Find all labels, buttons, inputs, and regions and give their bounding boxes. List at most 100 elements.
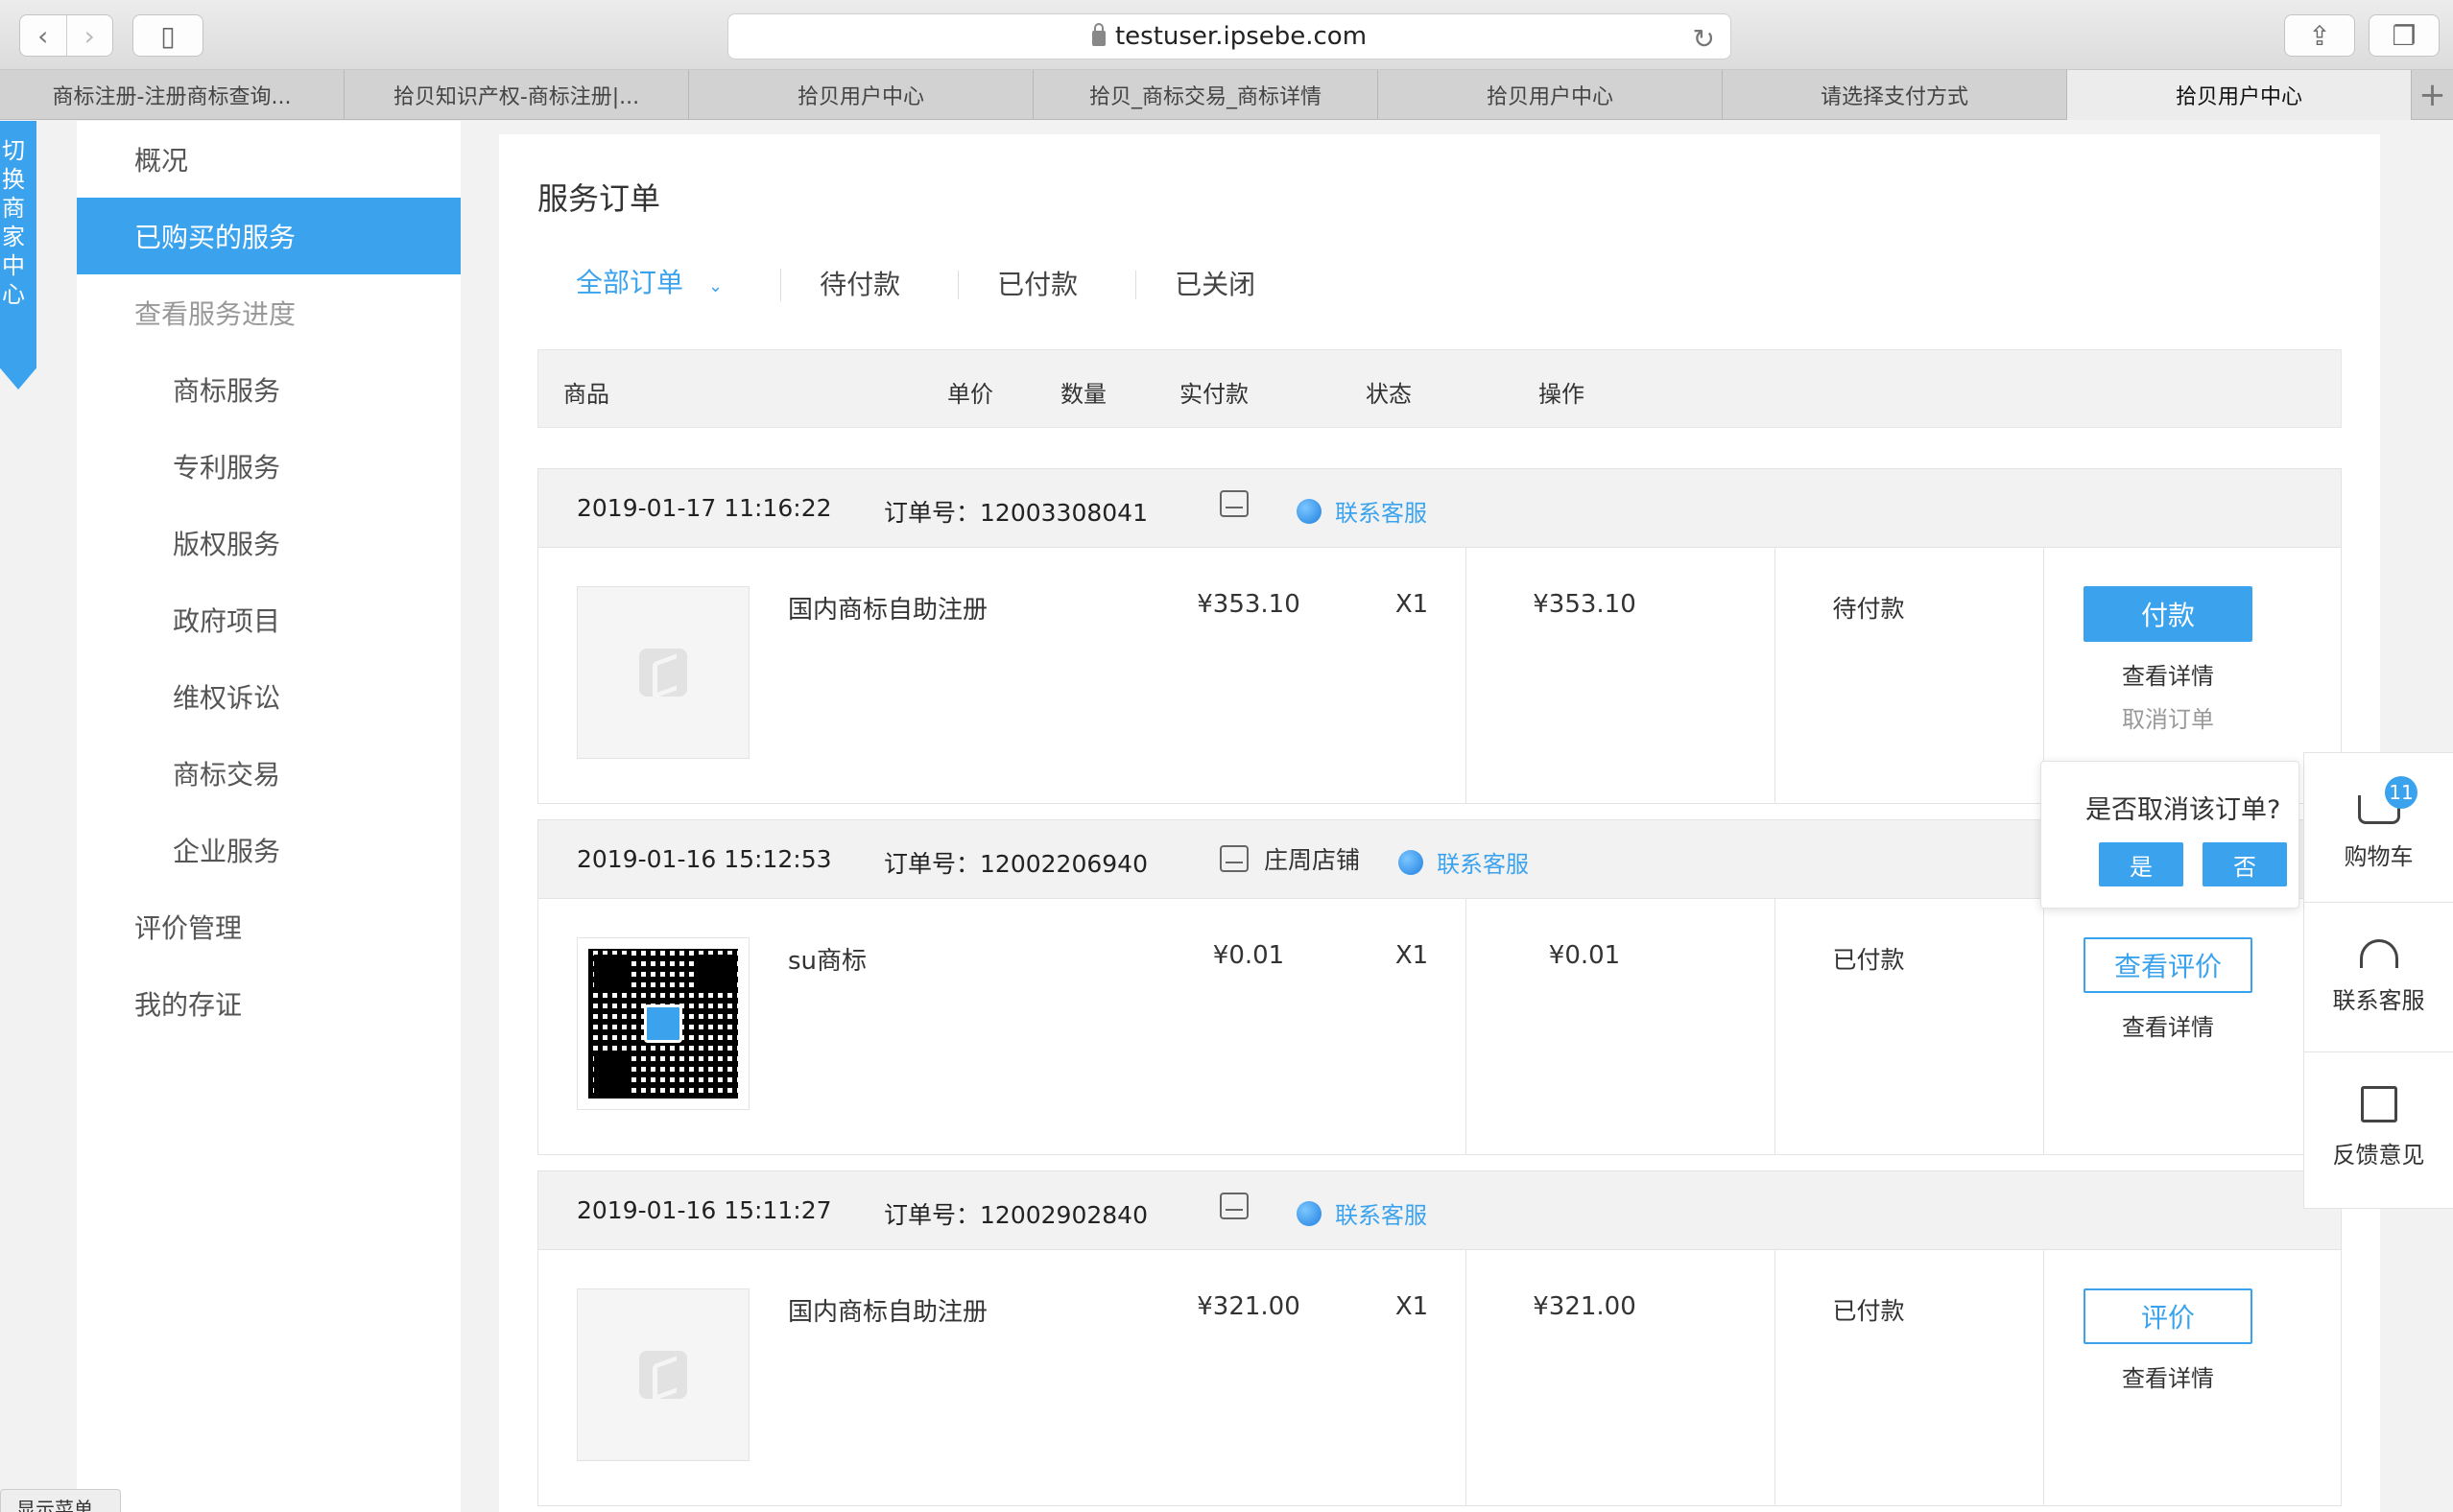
browser-tab-active[interactable]: 拾贝用户中心 — [2067, 70, 2412, 120]
feedback-button[interactable]: 反馈意见 — [2304, 1052, 2453, 1202]
unit-price: ¥353.10 — [1197, 590, 1300, 619]
quantity: X1 — [1394, 941, 1429, 970]
browser-tab[interactable]: 拾贝_商标交易_商标详情 — [1034, 70, 1378, 120]
column-divider — [1465, 548, 1466, 803]
share-button[interactable]: ⇪ — [2284, 14, 2355, 57]
page-content: 切换商家中心 概况 已购买的服务 查看服务进度 商标服务 专利服务 版权服务 政… — [0, 121, 2453, 1512]
confirm-question: 是否取消该订单? — [2085, 795, 2281, 825]
nav-buttons: ‹ › — [19, 14, 113, 57]
qr-center-logo — [644, 1004, 682, 1043]
placeholder-logo-icon — [639, 1351, 687, 1399]
tab-pending-payment[interactable]: 待付款 — [781, 271, 960, 299]
browser-tab[interactable]: 请选择支付方式 — [1723, 70, 2067, 120]
sidebar-item-trademark-trading[interactable]: 商标交易 — [77, 735, 461, 812]
address-bar[interactable]: testuser.ipsebe.com ↻ — [727, 13, 1731, 59]
order-number-label: 订单号： — [884, 499, 981, 527]
paid-amount: ¥321.00 — [1533, 1292, 1636, 1321]
contact-service-link[interactable]: 联系客服 — [1398, 845, 1529, 879]
confirm-yes-button[interactable]: 是 — [2099, 842, 2183, 886]
shop-icon — [1220, 490, 1249, 517]
sidebar-icon: ▯ — [160, 19, 176, 52]
cancel-order-link[interactable]: 取消订单 — [2122, 700, 2214, 734]
shop[interactable]: 庄周店铺 — [1220, 841, 1360, 876]
switch-merchant-ribbon[interactable]: 切换商家中心 — [0, 121, 36, 390]
new-tab-button[interactable]: + — [2412, 70, 2453, 119]
sidebar-item-my-evidence[interactable]: 我的存证 — [77, 965, 461, 1042]
order-body: su商标 ¥0.01 X1 ¥0.01 已付款 查看评价 查看详情 — [538, 899, 2341, 1154]
tab-paid[interactable]: 已付款 — [959, 271, 1137, 299]
view-details-link[interactable]: 查看详情 — [2122, 1359, 2214, 1393]
order-filter-tabs: 全部订单 ⌄ 待付款 已付款 已关闭 — [537, 269, 1313, 301]
view-details-link[interactable]: 查看详情 — [2122, 1008, 2214, 1042]
column-header-product: 商品 — [563, 381, 609, 408]
contact-service-link[interactable]: 联系客服 — [1297, 1196, 1427, 1230]
cart-button[interactable]: 11 购物车 — [2304, 753, 2453, 903]
sidebar-item-service-progress[interactable]: 查看服务进度 — [77, 274, 461, 351]
unit-price: ¥0.01 — [1212, 941, 1285, 970]
order-date: 2019-01-16 15:12:53 — [577, 845, 832, 873]
chat-icon — [1297, 1200, 1322, 1226]
contact-service-label: 联系客服 — [1335, 500, 1427, 527]
view-review-button[interactable]: 查看评价 — [2084, 937, 2252, 993]
product-thumbnail[interactable] — [577, 586, 750, 759]
column-header-unit-price: 单价 — [947, 381, 993, 408]
tab-closed[interactable]: 已关闭 — [1136, 271, 1313, 299]
switch-merchant-label: 切换商家中心 — [2, 137, 25, 308]
sidebar-item-patent-service[interactable]: 专利服务 — [77, 428, 461, 505]
order-card: 2019-01-16 15:11:27 订单号：12002902840 联系客服… — [537, 1170, 2342, 1506]
order-number: 订单号：12002206940 — [884, 845, 1148, 880]
show-menu-button[interactable]: 显示菜单 — [0, 1489, 121, 1512]
sidebar-toggle-button[interactable]: ▯ — [132, 14, 203, 57]
sidebar-item-purchased-services[interactable]: 已购买的服务 — [77, 198, 461, 274]
product-name[interactable]: 国内商标自助注册 — [788, 1292, 988, 1328]
unit-price: ¥321.00 — [1197, 1292, 1300, 1321]
sidebar-item-enterprise-service[interactable]: 企业服务 — [77, 812, 461, 888]
url-text: testuser.ipsebe.com — [1114, 22, 1368, 51]
reload-icon[interactable]: ↻ — [1693, 23, 1715, 55]
order-actions: 评价 查看详情 — [2062, 1288, 2274, 1393]
browser-tab[interactable]: 拾贝用户中心 — [689, 70, 1034, 120]
cart-label: 购物车 — [2344, 843, 2414, 870]
lock-icon — [1091, 23, 1106, 46]
tab-all-orders[interactable]: 全部订单 ⌄ — [537, 269, 782, 301]
product-thumbnail[interactable] — [577, 937, 750, 1110]
product-thumbnail[interactable] — [577, 1288, 750, 1461]
order-actions: 查看评价 查看详情 — [2062, 937, 2274, 1042]
browser-tab[interactable]: 拾贝用户中心 — [1378, 70, 1723, 120]
headset-icon — [2359, 939, 2398, 968]
browser-tab[interactable]: 商标注册-注册商标查询... — [0, 70, 345, 120]
column-divider — [1465, 899, 1466, 1154]
customer-service-button[interactable]: 联系客服 — [2304, 903, 2453, 1052]
floating-toolbar: 11 购物车 联系客服 反馈意见 — [2303, 752, 2453, 1209]
tabs-overview-button[interactable]: ❐ — [2369, 14, 2440, 57]
forward-button[interactable]: › — [65, 15, 113, 56]
sidebar-item-litigation[interactable]: 维权诉讼 — [77, 658, 461, 735]
shop[interactable] — [1220, 1193, 1249, 1219]
shop-icon — [1220, 1193, 1249, 1219]
browser-tab[interactable]: 拾贝知识产权-商标注册|... — [345, 70, 689, 120]
contact-service-link[interactable]: 联系客服 — [1297, 494, 1427, 528]
product-name[interactable]: su商标 — [788, 941, 867, 977]
chat-icon — [1398, 849, 1423, 875]
confirm-no-button[interactable]: 否 — [2203, 842, 2287, 886]
product-name[interactable]: 国内商标自助注册 — [788, 590, 988, 626]
column-divider — [2043, 899, 2044, 1154]
order-status: 待付款 — [1832, 595, 1905, 623]
order-status: 已付款 — [1832, 946, 1905, 974]
column-header-paid-amount: 实付款 — [1179, 381, 1249, 408]
shop[interactable] — [1220, 490, 1249, 517]
shop-name: 庄周店铺 — [1264, 846, 1361, 874]
order-actions: 付款 查看详情 取消订单 — [2062, 586, 2274, 734]
order-body: 国内商标自助注册 ¥321.00 X1 ¥321.00 已付款 评价 查看详情 — [538, 1250, 2341, 1505]
view-details-link[interactable]: 查看详情 — [2122, 657, 2214, 691]
column-divider — [2043, 1250, 2044, 1505]
sidebar-item-trademark-service[interactable]: 商标服务 — [77, 351, 461, 428]
sidebar-item-copyright-service[interactable]: 版权服务 — [77, 505, 461, 581]
sidebar-item-overview[interactable]: 概况 — [77, 121, 461, 198]
sidebar: 概况 已购买的服务 查看服务进度 商标服务 专利服务 版权服务 政府项目 维权诉… — [77, 121, 461, 1512]
sidebar-item-review-management[interactable]: 评价管理 — [77, 888, 461, 965]
pay-button[interactable]: 付款 — [2084, 586, 2252, 642]
review-button[interactable]: 评价 — [2084, 1288, 2252, 1344]
back-button[interactable]: ‹ — [20, 15, 66, 56]
sidebar-item-government-projects[interactable]: 政府项目 — [77, 581, 461, 658]
